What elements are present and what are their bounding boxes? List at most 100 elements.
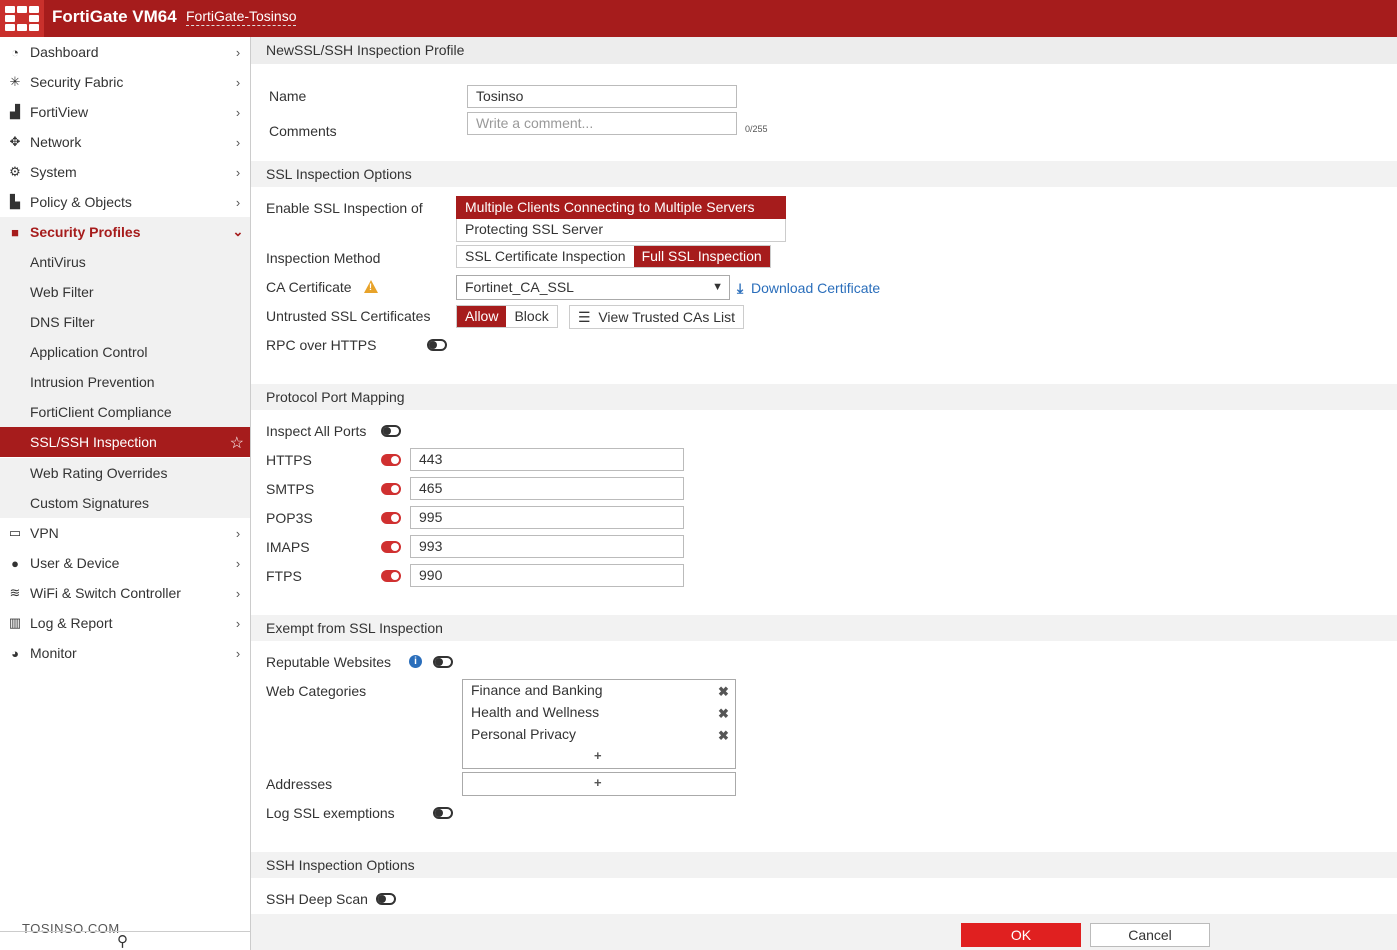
sidebar-item-monitor[interactable]: ◕ Monitor › <box>0 638 250 668</box>
top-bar: FortiGate VM64 FortiGate-Tosinso <box>0 0 1397 37</box>
section-ssl-inspection-options: SSL Inspection Options <box>251 161 1397 187</box>
sidebar-subitem-web-rating-overrides[interactable]: Web Rating Overrides <box>0 458 250 488</box>
option-block[interactable]: Block <box>506 306 557 327</box>
sidebar-subitem-custom-signatures[interactable]: Custom Signatures <box>0 488 250 518</box>
ssh-deep-scan-toggle[interactable] <box>376 893 396 905</box>
page-title: NewSSL/SSH Inspection Profile <box>251 37 1397 64</box>
chevron-right-icon: › <box>235 555 241 571</box>
option-allow[interactable]: Allow <box>457 306 507 327</box>
remove-icon[interactable]: ✖ <box>718 706 729 722</box>
option-full-ssl-inspection[interactable]: Full SSL Inspection <box>633 246 770 267</box>
ok-button[interactable]: OK <box>961 923 1081 947</box>
sidebar-subitem-application-control[interactable]: Application Control <box>0 337 250 367</box>
section-exempt-from-ssl: Exempt from SSL Inspection <box>251 615 1397 641</box>
add-icon[interactable]: + <box>594 748 602 763</box>
option-multiple-clients[interactable]: Multiple Clients Connecting to Multiple … <box>456 196 786 219</box>
sidebar-item-fortiview[interactable]: ▟ FortiView › <box>0 97 250 127</box>
chevron-right-icon: › <box>235 645 241 661</box>
sidebar-subitem-web-filter[interactable]: Web Filter <box>0 277 250 307</box>
gear-icon: ⚙ <box>9 164 21 179</box>
ssh-deep-scan-label: SSH Deep Scan <box>266 891 368 907</box>
ca-certificate-select[interactable]: Fortinet_CA_SSL ▼ <box>456 275 730 300</box>
log-ssl-exemptions-toggle[interactable] <box>433 807 453 819</box>
sidebar-subitem-ssl-ssh-inspection[interactable]: SSL/SSH Inspection ☆ <box>0 427 250 457</box>
sidebar-subitem-forticlient-compliance[interactable]: FortiClient Compliance <box>0 397 250 427</box>
sidebar-item-vpn[interactable]: ▭ VPN › <box>0 518 250 548</box>
bar-chart-icon: ▥ <box>8 615 22 630</box>
list-item: Personal Privacy <box>471 726 577 742</box>
sidebar-search[interactable]: ⚲ <box>0 931 250 950</box>
star-icon[interactable]: ☆ <box>230 433 244 453</box>
list-item: Health and Wellness <box>471 704 600 720</box>
option-ssl-certificate-inspection[interactable]: SSL Certificate Inspection <box>457 246 634 267</box>
section-ssh-inspection-options: SSH Inspection Options <box>251 852 1397 878</box>
chevron-down-icon: ⌄ <box>232 224 244 239</box>
download-certificate-link[interactable]: ⤓ Download Certificate <box>737 280 880 297</box>
sidebar-item-system[interactable]: ⚙ System › <box>0 157 250 187</box>
enable-ssl-options: Multiple Clients Connecting to Multiple … <box>456 196 786 242</box>
imaps-port-field[interactable]: 993 <box>410 535 684 558</box>
chevron-right-icon: › <box>235 74 241 90</box>
sidebar-item-security-fabric[interactable]: ✳ Security Fabric › <box>0 67 250 97</box>
fortiview-icon: ▟ <box>10 104 20 119</box>
web-categories-label: Web Categories <box>266 683 367 699</box>
policy-icon: ▙ <box>10 194 20 209</box>
https-port-field[interactable]: 443 <box>410 448 684 471</box>
ftps-port-field[interactable]: 990 <box>410 564 684 587</box>
remove-icon[interactable]: ✖ <box>718 684 729 700</box>
footer-bar <box>251 914 1397 950</box>
sidebar-item-log-report[interactable]: ▥ Log & Report › <box>0 608 250 638</box>
download-icon: ⤓ <box>737 280 744 296</box>
remove-icon[interactable]: ✖ <box>718 728 729 744</box>
ftps-toggle[interactable] <box>381 570 401 582</box>
ca-certificate-label: CA Certificate <box>266 279 352 295</box>
imaps-toggle[interactable] <box>381 541 401 553</box>
search-icon[interactable]: ⚲ <box>117 932 128 950</box>
cancel-button[interactable]: Cancel <box>1090 923 1210 947</box>
reputable-websites-label: Reputable Websites <box>266 654 392 670</box>
sidebar-subitem-dns-filter[interactable]: DNS Filter <box>0 307 250 337</box>
port-label-pop3s: POP3S <box>266 510 313 526</box>
chevron-right-icon: › <box>235 134 241 150</box>
view-trusted-cas-button[interactable]: ☰ View Trusted CAs List <box>569 305 745 329</box>
untrusted-ssl-label: Untrusted SSL Certificates <box>266 308 431 324</box>
info-icon[interactable]: i <box>409 655 422 668</box>
name-field[interactable]: Tosinso <box>467 85 737 108</box>
name-label: Name <box>269 88 307 104</box>
enable-ssl-label: Enable SSL Inspection of <box>266 200 423 216</box>
sidebar-item-network[interactable]: ✥ Network › <box>0 127 250 157</box>
add-icon[interactable]: + <box>594 775 602 790</box>
inspect-all-ports-toggle[interactable] <box>381 425 401 437</box>
chevron-right-icon: › <box>235 615 241 631</box>
wifi-icon: ≋ <box>9 585 21 600</box>
sidebar-item-security-profiles[interactable]: ■ Security Profiles ⌄ <box>0 217 250 247</box>
inspection-method-label: Inspection Method <box>266 250 381 266</box>
chevron-right-icon: › <box>235 525 241 541</box>
sidebar-subitem-intrusion-prevention[interactable]: Intrusion Prevention <box>0 367 250 397</box>
inspection-method-toggle: SSL Certificate Inspection Full SSL Insp… <box>456 245 771 268</box>
pop3s-toggle[interactable] <box>381 512 401 524</box>
fortinet-logo-icon[interactable] <box>0 0 44 37</box>
rpc-over-https-toggle[interactable] <box>427 339 447 351</box>
reputable-websites-toggle[interactable] <box>433 656 453 668</box>
chevron-right-icon: › <box>235 164 241 180</box>
pop3s-port-field[interactable]: 995 <box>410 506 684 529</box>
sidebar-item-policy-objects[interactable]: ▙ Policy & Objects › <box>0 187 250 217</box>
list-icon: ☰ <box>578 309 591 325</box>
dashboard-icon: ◔ <box>11 44 19 60</box>
smtps-port-field[interactable]: 465 <box>410 477 684 500</box>
list-item: Finance and Banking <box>471 682 603 698</box>
https-toggle[interactable] <box>381 454 401 466</box>
sidebar-item-user-device[interactable]: ● User & Device › <box>0 548 250 578</box>
sidebar-item-wifi-switch[interactable]: ≋ WiFi & Switch Controller › <box>0 578 250 608</box>
sidebar-item-dashboard[interactable]: ◔ Dashboard › <box>0 37 250 67</box>
comments-counter: 0/255 <box>745 124 768 134</box>
sidebar-subitem-antivirus[interactable]: AntiVirus <box>0 247 250 277</box>
pie-chart-icon: ◕ <box>11 645 19 661</box>
smtps-toggle[interactable] <box>381 483 401 495</box>
comments-field[interactable]: Write a comment... <box>467 112 737 135</box>
option-protecting-ssl-server[interactable]: Protecting SSL Server <box>456 219 786 242</box>
chevron-right-icon: › <box>235 194 241 210</box>
hostname-link[interactable]: FortiGate-Tosinso <box>186 8 297 26</box>
security-fabric-icon: ✳ <box>9 74 21 89</box>
